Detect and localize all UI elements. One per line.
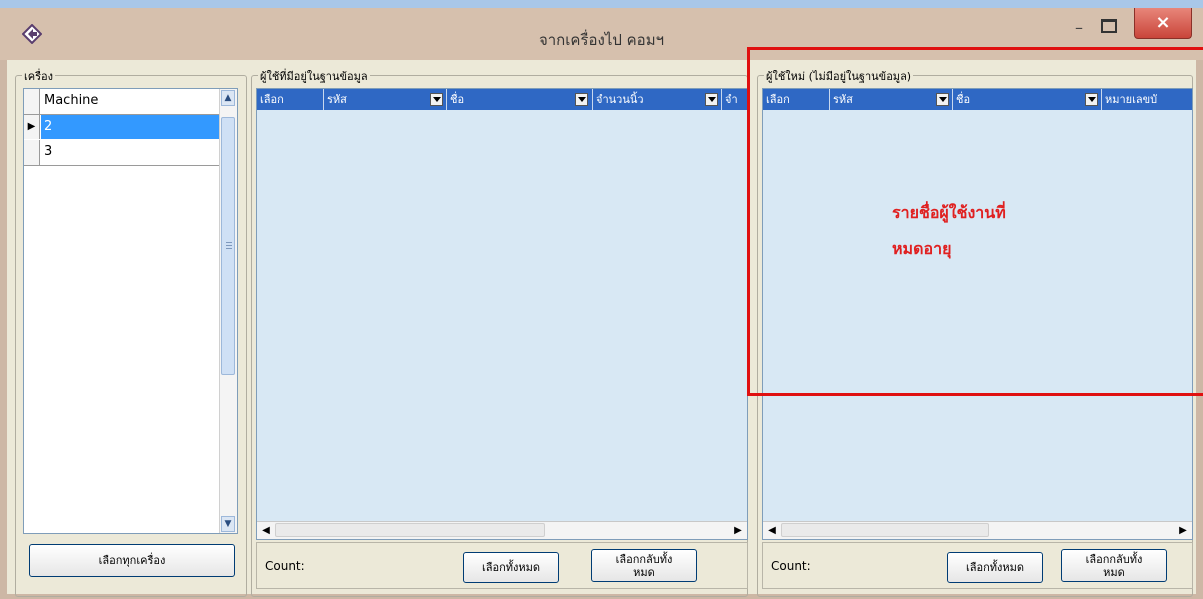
filter-dropdown-icon[interactable] [575, 93, 588, 106]
grip-line [226, 245, 232, 246]
machine-cell[interactable]: 2 [41, 115, 219, 139]
scroll-up-icon[interactable]: ▲ [221, 90, 235, 106]
select-all-button[interactable]: เลือกทั้งหมด [463, 552, 559, 583]
close-button[interactable]: × [1134, 8, 1192, 39]
minimize-button[interactable]: – [1066, 18, 1092, 37]
column-header-truncated[interactable]: จำ [722, 89, 747, 110]
invert-selection-button[interactable]: เลือกกลับทั้ง หมด [591, 549, 697, 582]
invert-selection-line1: เลือกกลับทั้ง [1085, 553, 1143, 566]
app-window: จากเครื่องไป คอมฯ – × เครื่อง Machine ▶ … [0, 0, 1203, 599]
column-header-name[interactable]: ชื่อ [447, 89, 593, 110]
column-header-select[interactable]: เลือก [257, 89, 324, 110]
column-header-finger-count[interactable]: จำนวนนิ้ว [593, 89, 722, 110]
existing-users-group-label: ผู้ใช้ที่มีอยู่ในฐานข้อมูล [258, 67, 370, 85]
annotation-line2: หมดอายุ [892, 239, 952, 258]
machine-list-header: Machine [24, 89, 219, 115]
machine-list[interactable]: Machine ▶ 2 3 ▲ ▼ [23, 88, 238, 534]
filter-dropdown-icon[interactable] [430, 93, 443, 106]
scroll-left-icon[interactable]: ◀ [765, 524, 779, 537]
existing-users-footer: Count: เลือกทั้งหมด เลือกกลับทั้ง หมด [256, 542, 748, 589]
scroll-thumb[interactable] [781, 523, 989, 537]
row-header-corner [24, 89, 40, 114]
existing-users-hscrollbar[interactable]: ◀ ▶ [257, 521, 747, 539]
invert-selection-line1: เลือกกลับทั้ง [615, 553, 673, 566]
select-all-button[interactable]: เลือกทั้งหมด [947, 552, 1043, 583]
window-top-strip [0, 0, 1203, 8]
machines-group-label: เครื่อง [22, 67, 56, 85]
select-all-machines-button[interactable]: เลือกทุกเครื่อง [29, 544, 235, 577]
invert-selection-button[interactable]: เลือกกลับทั้ง หมด [1061, 549, 1167, 582]
scroll-left-icon[interactable]: ◀ [259, 524, 273, 537]
scroll-down-icon[interactable]: ▼ [221, 516, 235, 532]
grip-line [226, 248, 232, 249]
new-users-hscrollbar[interactable]: ◀ ▶ [763, 521, 1192, 539]
column-header-code[interactable]: รหัส [324, 89, 447, 110]
count-label: Count: [265, 559, 305, 573]
scroll-right-icon[interactable]: ▶ [1176, 524, 1190, 537]
row-header [24, 140, 40, 165]
scroll-right-icon[interactable]: ▶ [731, 524, 745, 537]
machine-cell[interactable]: 3 [41, 140, 219, 165]
scroll-thumb[interactable] [275, 523, 545, 537]
grip-line [226, 242, 232, 243]
machine-column-header[interactable]: Machine [41, 89, 219, 114]
new-users-footer: Count: เลือกทั้งหมด เลือกกลับทั้ง หมด [762, 542, 1193, 589]
existing-users-grid[interactable]: เลือก รหัส ชื่อ จำนวนนิ้ว จำ ◀ ▶ [256, 88, 748, 540]
scroll-thumb[interactable] [221, 117, 235, 375]
existing-users-grid-header: เลือก รหัส ชื่อ จำนวนนิ้ว จำ [257, 89, 747, 110]
maximize-icon [1101, 19, 1117, 33]
filter-dropdown-icon[interactable] [705, 93, 718, 106]
machine-row[interactable]: ▶ 2 [24, 115, 219, 139]
annotation-line1: รายชื่อผู้ใช้งานที่ [892, 203, 1006, 222]
current-row-indicator-icon: ▶ [24, 115, 40, 139]
annotation-text: รายชื่อผู้ใช้งานที่ หมดอายุ [892, 195, 1092, 267]
machine-list-vscrollbar[interactable]: ▲ ▼ [219, 89, 237, 533]
invert-selection-line2: หมด [1103, 566, 1125, 579]
maximize-button[interactable] [1096, 14, 1120, 36]
count-label: Count: [771, 559, 811, 573]
machine-row[interactable]: 3 [24, 140, 219, 166]
invert-selection-line2: หมด [633, 566, 655, 579]
